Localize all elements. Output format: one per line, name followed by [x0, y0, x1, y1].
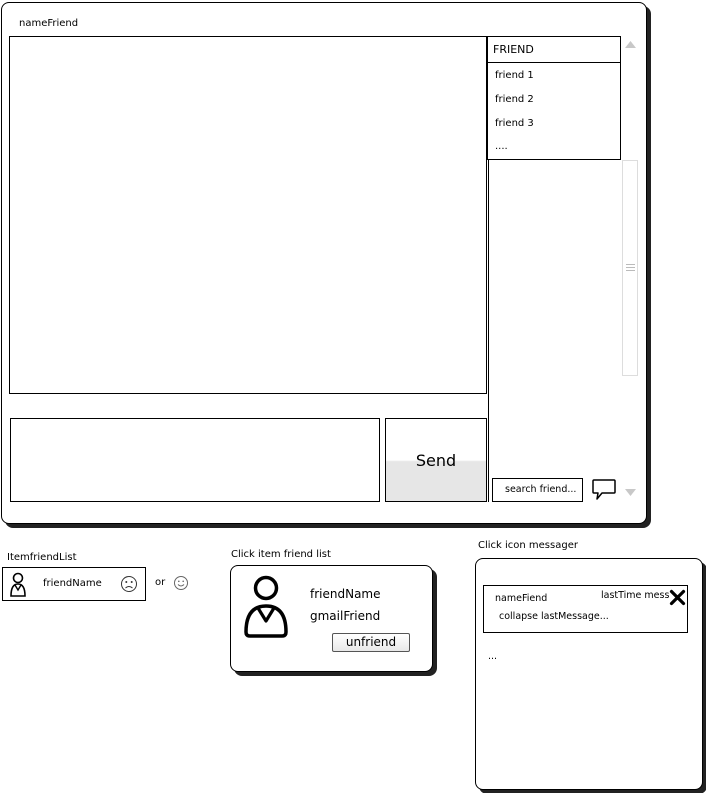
messenger-panel: nameFiend lastTime mess collapse lastMes… — [475, 558, 703, 790]
friend-dropdown[interactable]: FRIEND friend 1 friend 2 friend 3 .... — [487, 36, 621, 160]
sad-face-icon — [121, 576, 137, 592]
window-title: nameFriend — [19, 18, 79, 29]
messenger-card-caption: Click icon messager — [478, 540, 578, 551]
avatar-icon — [244, 575, 288, 638]
scroll-up-icon[interactable] — [623, 38, 638, 50]
friend-name: friendName — [43, 578, 102, 589]
message-friend-name: nameFiend — [495, 593, 548, 604]
search-friend-input[interactable]: search friend... — [492, 478, 583, 502]
friend-list-item[interactable]: friendName — [2, 567, 146, 601]
chat-messages-area[interactable] — [9, 36, 487, 394]
dropdown-item-more[interactable]: .... — [495, 141, 508, 152]
scroll-down-icon[interactable] — [623, 486, 638, 498]
close-icon[interactable] — [669, 589, 686, 606]
message-preview-item[interactable]: nameFiend lastTime mess collapse lastMes… — [483, 585, 688, 633]
send-button[interactable]: Send — [385, 418, 487, 502]
dropdown-item-friend-2[interactable]: friend 2 — [495, 94, 534, 105]
profile-friend-name: friendName — [310, 587, 381, 601]
friend-dropdown-header[interactable]: FRIEND — [488, 37, 620, 63]
dropdown-item-friend-1[interactable]: friend 1 — [495, 70, 534, 81]
friend-profile-card: friendName gmailFriend unfriend — [230, 565, 433, 672]
dropdown-item-friend-3[interactable]: friend 3 — [495, 118, 534, 129]
chat-bubble-icon[interactable] — [591, 478, 617, 502]
message-input[interactable] — [10, 418, 380, 502]
message-last-time: lastTime mess — [601, 590, 670, 601]
or-label: or — [155, 577, 166, 588]
avatar-icon — [10, 572, 26, 597]
item-friend-list-caption: ItemfriendList — [7, 552, 77, 563]
more-messages-ellipsis: ... — [488, 651, 498, 662]
unfriend-button[interactable]: unfriend — [332, 633, 410, 652]
profile-card-caption: Click item friend list — [231, 549, 331, 560]
scroll-thumb[interactable] — [622, 160, 638, 376]
profile-friend-email: gmailFriend — [310, 609, 381, 623]
message-last-preview: collapse lastMessage... — [499, 611, 609, 622]
smile-face-icon — [174, 576, 188, 590]
